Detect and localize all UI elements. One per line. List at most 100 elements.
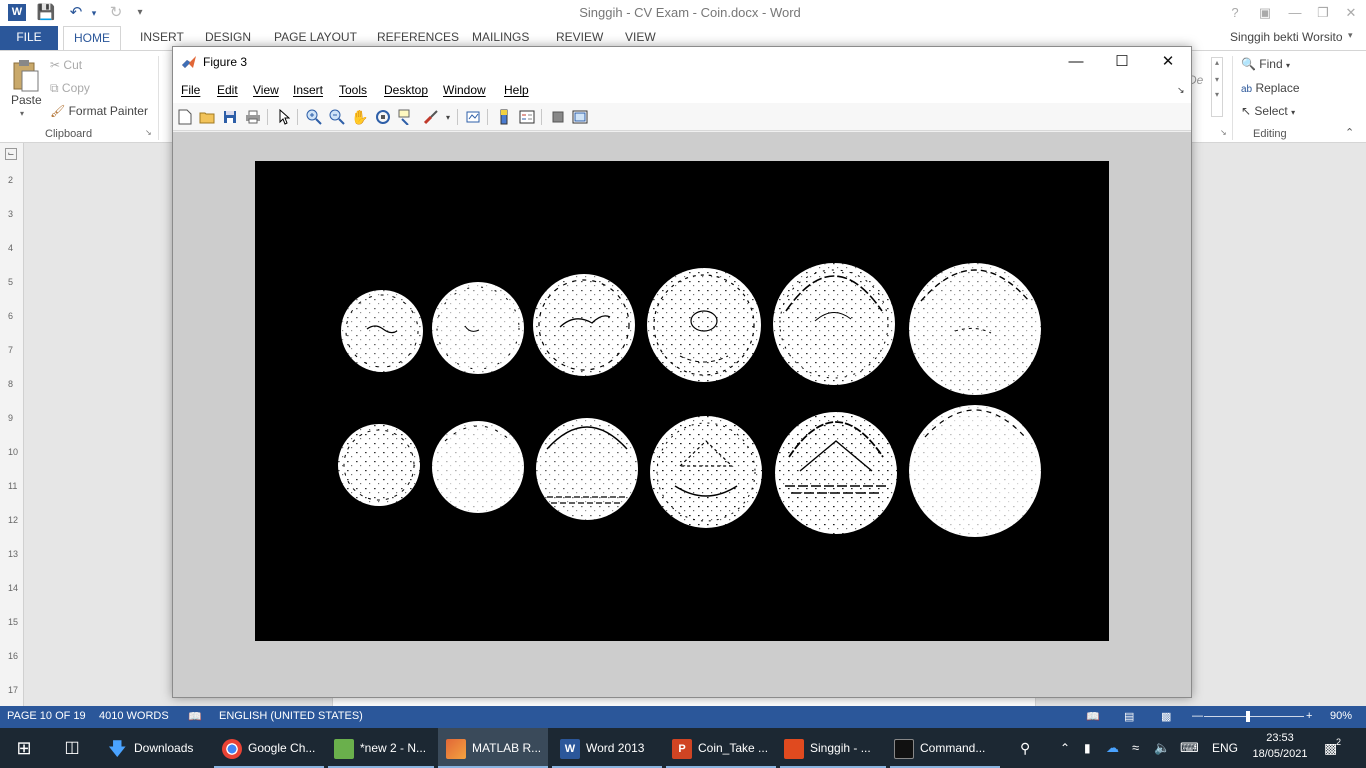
wifi-icon[interactable]: ≈ bbox=[1132, 728, 1139, 768]
styles-launcher-icon[interactable]: ↘ bbox=[1220, 128, 1227, 137]
volume-icon[interactable]: 🔈 bbox=[1154, 728, 1170, 768]
menu-window[interactable]: Window bbox=[443, 83, 486, 97]
styles-gallery-scroll[interactable]: ▴ ▾ ▾ bbox=[1211, 57, 1223, 117]
taskbar-command[interactable]: Command... bbox=[890, 728, 1000, 768]
zoom-slider[interactable] bbox=[1204, 716, 1304, 717]
taskbar-powerpoint[interactable]: P Coin_Take ... bbox=[666, 728, 776, 768]
menu-tools[interactable]: Tools bbox=[339, 83, 367, 97]
account-dropdown-icon[interactable]: ▾ bbox=[1348, 30, 1353, 41]
word-count[interactable]: 4010 WORDS bbox=[99, 710, 169, 722]
show-hidden-icons[interactable]: ⌃ bbox=[1060, 728, 1070, 768]
menu-edit[interactable]: Edit bbox=[217, 83, 238, 97]
find-button[interactable]: 🔍 Find ▾ bbox=[1241, 57, 1290, 71]
menu-view[interactable]: View bbox=[253, 83, 279, 97]
insert-legend-icon[interactable] bbox=[518, 108, 536, 126]
figure-minimize-button[interactable]: — bbox=[1053, 47, 1099, 77]
taskbar-downloads[interactable]: 🡇 Downloads bbox=[100, 728, 206, 768]
language-indicator[interactable]: ENG bbox=[1212, 728, 1238, 768]
paste-dropdown-icon[interactable]: ▾ bbox=[20, 109, 24, 118]
figure-window[interactable]: Figure 3 — ☐ ✕ File Edit View Insert Too… bbox=[172, 46, 1192, 698]
cut-button[interactable]: ✂ Cut bbox=[50, 58, 82, 72]
taskbar-matlab[interactable]: MATLAB R... bbox=[438, 728, 548, 768]
data-cursor-icon[interactable] bbox=[397, 108, 415, 126]
insert-colorbar-icon[interactable] bbox=[495, 108, 513, 126]
clipboard-launcher-icon[interactable]: ↘ bbox=[145, 128, 152, 137]
paste-icon[interactable] bbox=[10, 59, 40, 93]
read-mode-icon[interactable]: 📖 bbox=[1086, 710, 1100, 723]
brush-dropdown-icon[interactable]: ▾ bbox=[439, 108, 457, 126]
hide-plot-tools-icon[interactable] bbox=[549, 108, 567, 126]
replace-button[interactable]: ab Replace bbox=[1241, 81, 1300, 95]
edit-plot-icon[interactable] bbox=[275, 108, 293, 126]
page-count[interactable]: PAGE 10 OF 19 bbox=[7, 710, 86, 722]
taskbar-notepad[interactable]: *new 2 - N... bbox=[328, 728, 434, 768]
notification-center[interactable]: ▩ 2 bbox=[1324, 728, 1341, 768]
paste-button[interactable]: Paste bbox=[11, 93, 42, 107]
zoom-out-icon[interactable] bbox=[328, 108, 346, 126]
close-icon[interactable]: ✕ bbox=[1336, 2, 1366, 24]
clock-time[interactable]: 23:53 bbox=[1250, 732, 1310, 744]
menu-help[interactable]: Help bbox=[504, 83, 529, 97]
figure-canvas[interactable] bbox=[173, 132, 1191, 697]
figure-close-button[interactable]: ✕ bbox=[1145, 47, 1191, 77]
tab-file[interactable]: FILE bbox=[0, 26, 58, 50]
undo-dropdown-icon[interactable]: ▾ bbox=[84, 3, 104, 23]
zoom-slider-thumb[interactable] bbox=[1246, 711, 1250, 722]
redo-icon[interactable]: ↻ bbox=[106, 3, 126, 23]
user-account[interactable]: Singgih bekti Worsito bbox=[1230, 30, 1343, 44]
start-button[interactable]: ⊞ bbox=[0, 728, 48, 768]
brush-icon[interactable] bbox=[422, 108, 440, 126]
save-icon[interactable]: 💾 bbox=[36, 3, 56, 23]
print-icon[interactable] bbox=[244, 108, 262, 126]
menu-desktop[interactable]: Desktop bbox=[384, 83, 428, 97]
web-layout-icon[interactable]: ▩ bbox=[1161, 710, 1171, 723]
task-view-button[interactable]: ◫ bbox=[48, 728, 96, 768]
image-axes[interactable] bbox=[255, 161, 1109, 641]
minimize-icon[interactable]: — bbox=[1280, 2, 1310, 24]
rotate-3d-icon[interactable] bbox=[374, 108, 392, 126]
copy-button[interactable]: ⧉ Copy bbox=[50, 81, 90, 96]
taskbar-chrome[interactable]: Google Ch... bbox=[214, 728, 324, 768]
figure-maximize-button[interactable]: ☐ bbox=[1099, 47, 1145, 77]
battery-icon[interactable]: ▮ bbox=[1084, 728, 1091, 768]
tab-selector-icon[interactable]: ⌙ bbox=[5, 148, 17, 160]
figure-title-bar[interactable]: Figure 3 — ☐ ✕ bbox=[173, 47, 1191, 77]
dock-figure-icon[interactable]: ↘ bbox=[1177, 85, 1185, 96]
open-file-icon[interactable] bbox=[198, 108, 216, 126]
collapse-ribbon-icon[interactable]: ⌃ bbox=[1345, 126, 1354, 139]
keyboard-icon[interactable]: ⌨ bbox=[1180, 728, 1199, 768]
new-figure-icon[interactable] bbox=[176, 108, 194, 126]
show-plot-tools-icon[interactable] bbox=[571, 108, 589, 126]
word-app-icon[interactable]: W bbox=[8, 4, 26, 21]
format-painter-button[interactable]: 🖌 Format Painter bbox=[50, 104, 148, 118]
print-layout-icon[interactable]: ▤ bbox=[1124, 710, 1134, 723]
more-styles-icon[interactable]: ▾ bbox=[1212, 90, 1222, 99]
scroll-up-icon[interactable]: ▴ bbox=[1212, 58, 1222, 67]
help-icon[interactable]: ? bbox=[1220, 2, 1250, 24]
language-indicator[interactable]: ENGLISH (UNITED STATES) bbox=[219, 710, 363, 722]
proofing-icon[interactable]: 📖 bbox=[188, 710, 202, 723]
menu-insert[interactable]: Insert bbox=[293, 83, 323, 97]
ribbon-display-icon[interactable]: ▣ bbox=[1250, 2, 1280, 24]
link-plot-icon[interactable] bbox=[464, 108, 482, 126]
save-icon[interactable] bbox=[221, 108, 239, 126]
coin bbox=[773, 263, 895, 385]
scroll-down-icon[interactable]: ▾ bbox=[1212, 75, 1222, 84]
taskbar-word[interactable]: W Word 2013 bbox=[552, 728, 662, 768]
onedrive-icon[interactable]: ☁ bbox=[1106, 728, 1119, 768]
zoom-in-button[interactable]: + bbox=[1306, 710, 1312, 722]
zoom-level[interactable]: 90% bbox=[1330, 710, 1352, 722]
zoom-in-icon[interactable] bbox=[305, 108, 323, 126]
tab-home[interactable]: HOME bbox=[63, 26, 121, 50]
taskbar-pdf[interactable]: Singgih - ... bbox=[780, 728, 886, 768]
select-button[interactable]: ↖ Select ▾ bbox=[1241, 104, 1295, 118]
pan-icon[interactable]: ✋ bbox=[351, 108, 369, 126]
people-icon[interactable]: ⚲ bbox=[1020, 728, 1030, 768]
notification-count: 2 bbox=[1336, 737, 1342, 747]
restore-icon[interactable]: ❐ bbox=[1308, 2, 1338, 24]
clock-date[interactable]: 18/05/2021 bbox=[1242, 748, 1318, 760]
customize-toolbar-icon[interactable]: ▾ bbox=[130, 3, 150, 23]
menu-file[interactable]: File bbox=[181, 83, 200, 97]
undo-icon[interactable]: ↶ bbox=[66, 3, 86, 23]
zoom-out-button[interactable]: — bbox=[1192, 710, 1203, 722]
